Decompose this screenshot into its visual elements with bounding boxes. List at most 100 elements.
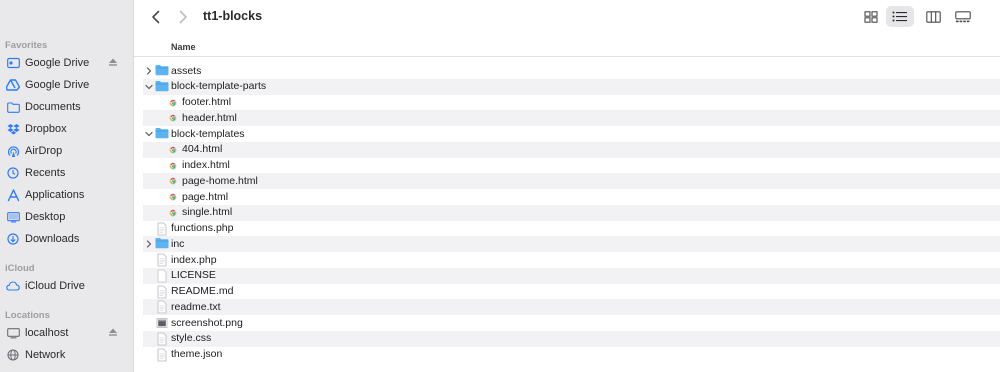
forward-button[interactable]	[175, 8, 191, 26]
sidebar-item-google-drive-disk[interactable]: Google Drive	[6, 53, 130, 73]
list-view-button[interactable]	[886, 6, 914, 27]
file-name: single.html	[182, 206, 233, 219]
folder-row[interactable]: block-template-parts	[143, 78, 1000, 95]
sidebar-item-label: Applications	[25, 189, 85, 201]
sidebar-item-network[interactable]: Network	[6, 345, 130, 365]
sidebar-section-locations: Locations	[5, 310, 50, 321]
sidebar-item-icloud-drive[interactable]: iCloud Drive	[6, 276, 130, 296]
file-row[interactable]: readme.txt	[143, 299, 1000, 315]
folder-icon	[155, 237, 169, 251]
sidebar-item-label: Network	[25, 349, 66, 361]
file-name: header.html	[182, 111, 237, 124]
disclosure-chevron-right-icon[interactable]	[144, 239, 154, 249]
file-row[interactable]: index.html	[143, 158, 1000, 174]
sidebar-item-recents[interactable]: Recents	[6, 163, 130, 183]
columns-icon	[925, 10, 941, 23]
sidebar-item-dropbox[interactable]: Dropbox	[6, 119, 130, 139]
file-name: theme.json	[171, 348, 223, 360]
image-file-icon	[155, 316, 169, 330]
network-globe-icon	[6, 348, 20, 362]
icon-view-button[interactable]	[857, 6, 885, 27]
html-file-icon	[166, 206, 180, 220]
sidebar-item-label: AirDrop	[25, 145, 63, 157]
sidebar-item-label: Downloads	[25, 233, 80, 245]
sidebar-item-label: Google Drive	[25, 57, 90, 69]
file-row[interactable]: 404.html	[143, 141, 1000, 158]
file-name: page.html	[182, 190, 229, 203]
file-row[interactable]: functions.php	[143, 221, 1000, 237]
eject-icon[interactable]	[108, 57, 118, 67]
toolbar: tt1-blocks	[134, 0, 1000, 34]
column-header[interactable]: Name	[134, 37, 1000, 57]
file-row[interactable]: LICENSE	[143, 267, 1000, 284]
file-name: footer.html	[182, 96, 232, 108]
folder-row[interactable]: assets	[143, 63, 1000, 79]
folder-row[interactable]: inc	[143, 236, 1000, 252]
file-name: LICENSE	[171, 269, 216, 282]
grid-icon	[864, 10, 878, 23]
file-name: readme.txt	[171, 300, 221, 313]
google-drive-icon	[6, 78, 20, 92]
file-row[interactable]: header.html	[143, 110, 1000, 126]
disclosure-chevron-down-icon[interactable]	[144, 82, 154, 92]
file-name: index.html	[182, 159, 230, 171]
sidebar-item-airdrop[interactable]: AirDrop	[6, 141, 130, 161]
file-name: block-templates	[171, 127, 245, 140]
folder-row[interactable]: block-templates	[143, 126, 1000, 142]
cloud-icon	[6, 279, 20, 293]
sidebar-item-google-drive[interactable]: Google Drive	[6, 75, 130, 95]
chevron-right-icon	[179, 10, 187, 24]
html-file-icon	[166, 143, 180, 157]
sidebar-item-applications[interactable]: Applications	[6, 185, 130, 205]
html-file-icon	[166, 96, 180, 110]
drive-disk-icon	[6, 56, 20, 70]
sidebar-item-label: Google Drive	[25, 79, 90, 91]
file-row[interactable]: README.md	[143, 284, 1000, 300]
chevron-left-icon	[152, 10, 160, 24]
applications-icon	[6, 188, 20, 202]
disclosure-chevron-right-icon[interactable]	[144, 66, 154, 76]
sidebar-item-label: iCloud Drive	[25, 280, 85, 292]
gallery-view-button[interactable]	[949, 6, 977, 27]
list-icon	[892, 11, 907, 22]
folder-icon	[155, 64, 169, 78]
file-name: style.css	[171, 332, 212, 345]
eject-icon[interactable]	[108, 327, 118, 337]
column-header-name[interactable]: Name	[171, 42, 196, 52]
sidebar-item-desktop[interactable]: Desktop	[6, 207, 130, 227]
sidebar-item-documents[interactable]: Documents	[6, 97, 130, 117]
file-row[interactable]: footer.html	[143, 95, 1000, 111]
file-name: screenshot.png	[171, 316, 243, 329]
sidebar-item-localhost[interactable]: localhost	[6, 323, 130, 343]
disclosure-chevron-down-icon[interactable]	[144, 129, 154, 139]
file-row[interactable]: screenshot.png	[143, 315, 1000, 331]
sidebar-item-label: Dropbox	[25, 123, 67, 135]
computer-icon	[6, 326, 20, 340]
sidebar-item-label: localhost	[25, 327, 69, 339]
sidebar-section-favorites: Favorites	[5, 40, 48, 51]
document-icon	[155, 222, 169, 236]
airdrop-icon	[6, 144, 20, 158]
file-list: assets block-template-parts footer.html hea…	[143, 63, 1000, 362]
folder-icon	[155, 80, 169, 94]
document-icon	[155, 285, 169, 299]
clock-icon	[6, 166, 20, 180]
sidebar-item-downloads[interactable]: Downloads	[6, 229, 130, 249]
sidebar-item-label: Recents	[25, 167, 66, 179]
column-view-button[interactable]	[919, 6, 947, 27]
window-title: tt1-blocks	[203, 9, 263, 23]
file-name: README.md	[171, 285, 234, 297]
document-icon	[155, 332, 169, 346]
file-row[interactable]: single.html	[143, 204, 1000, 221]
file-name: inc	[171, 237, 185, 250]
file-row[interactable]: page.html	[143, 189, 1000, 205]
desktop-icon	[6, 210, 20, 224]
file-row[interactable]: theme.json	[143, 347, 1000, 363]
back-button[interactable]	[148, 8, 164, 26]
sidebar-item-label: Documents	[25, 101, 81, 113]
file-row[interactable]: page-home.html	[143, 173, 1000, 189]
documents-folder-icon	[6, 100, 20, 114]
file-row[interactable]: style.css	[143, 330, 1000, 347]
html-file-icon	[166, 159, 180, 173]
file-row[interactable]: index.php	[143, 252, 1000, 268]
